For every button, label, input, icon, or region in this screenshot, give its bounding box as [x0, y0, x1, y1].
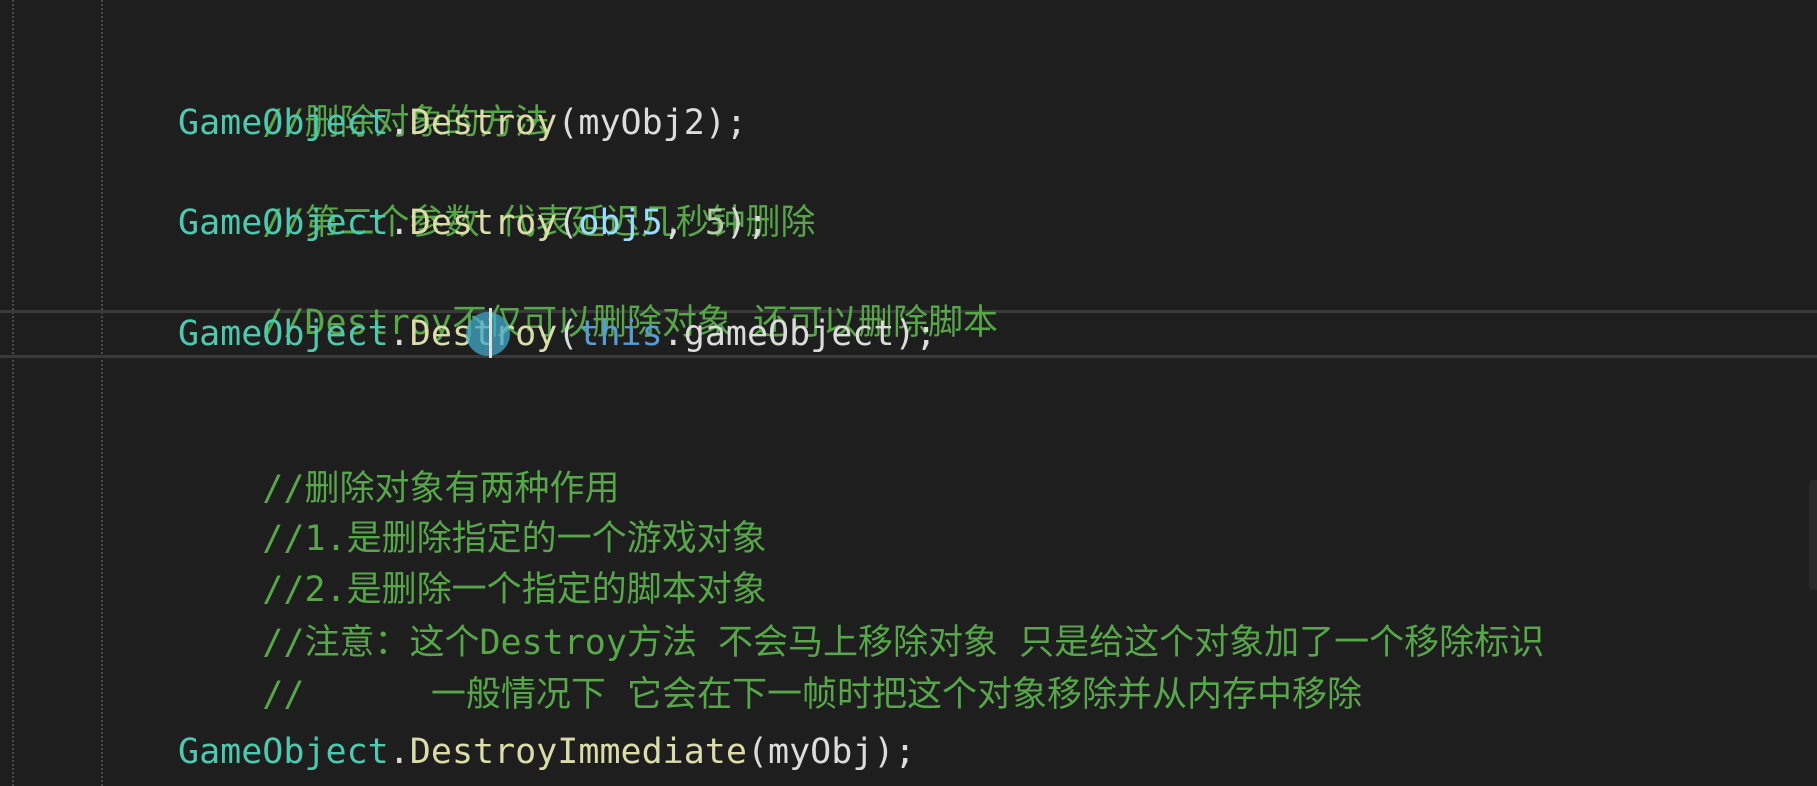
code-line-11[interactable]: // 一般情况下 它会在下一帧时把这个对象移除并从内存中移除: [178, 620, 1362, 715]
class-name: GameObject: [178, 203, 389, 243]
argument: myObj2: [578, 103, 705, 143]
number-literal: 5: [704, 203, 726, 243]
method-name: DestroyImmediate: [409, 732, 747, 772]
dot: .: [388, 732, 410, 772]
paren-open: (: [746, 732, 769, 772]
member-name: gameObject: [683, 314, 895, 354]
code-line-1[interactable]: //删除对象的方法: [178, 48, 549, 143]
indent-guide: [101, 0, 103, 786]
paren-close: );: [725, 203, 769, 243]
paren-open: (: [557, 314, 579, 354]
class-name: GameObject: [178, 314, 389, 354]
paren-open: (: [557, 103, 579, 143]
scrollbar[interactable]: [1809, 480, 1817, 590]
paren-close: );: [894, 314, 937, 354]
paren-close: );: [704, 103, 747, 143]
code-line-2[interactable]: GameObject.Destroy(myObj2);: [178, 98, 747, 148]
code-line-4[interactable]: GameObject.Destroy(obj5, 5);: [178, 198, 768, 248]
code-line-6[interactable]: GameObject.Destroy(this.gameObject);: [178, 309, 937, 359]
method-name: Destroy: [409, 203, 558, 243]
code-line-8[interactable]: //1.是删除指定的一个游戏对象: [178, 464, 766, 559]
code-line-9[interactable]: //2.是删除一个指定的脚本对象: [178, 515, 766, 610]
class-name: GameObject: [178, 732, 389, 772]
code-line-10[interactable]: //注意：这个Destroy方法 不会马上移除对象 只是给这个对象加了一个移除标…: [178, 568, 1544, 663]
code-editor[interactable]: //删除对象的方法 GameObject.Destroy(myObj2); //…: [0, 0, 1817, 786]
mouse-pointer-indicator: [466, 312, 510, 356]
code-line-5[interactable]: //Destroy不仅可以删除对象 还可以删除脚本: [178, 248, 998, 343]
separator: ,: [662, 203, 705, 243]
paren-open: (: [557, 203, 579, 243]
dot: .: [662, 314, 684, 354]
code-line-3[interactable]: //第二个参数 代表延迟几秒钟删除: [178, 148, 815, 243]
dot: .: [388, 314, 410, 354]
method-name: Destroy: [409, 103, 558, 143]
text-cursor: [489, 308, 492, 358]
keyword: this: [578, 314, 663, 354]
comment: // 一般情况下 它会在下一帧时把这个对象移除并从内存中移除: [262, 675, 1362, 715]
indent-guide: [12, 0, 14, 786]
dot: .: [388, 103, 410, 143]
paren-close: );: [873, 732, 916, 772]
class-name: GameObject: [178, 103, 389, 143]
argument: obj5: [578, 203, 663, 243]
code-line-7[interactable]: //删除对象有两种作用: [178, 414, 619, 509]
argument: myObj: [768, 732, 874, 772]
dot: .: [388, 203, 410, 243]
code-line-12[interactable]: GameObject.DestroyImmediate(myObj);: [178, 727, 916, 777]
